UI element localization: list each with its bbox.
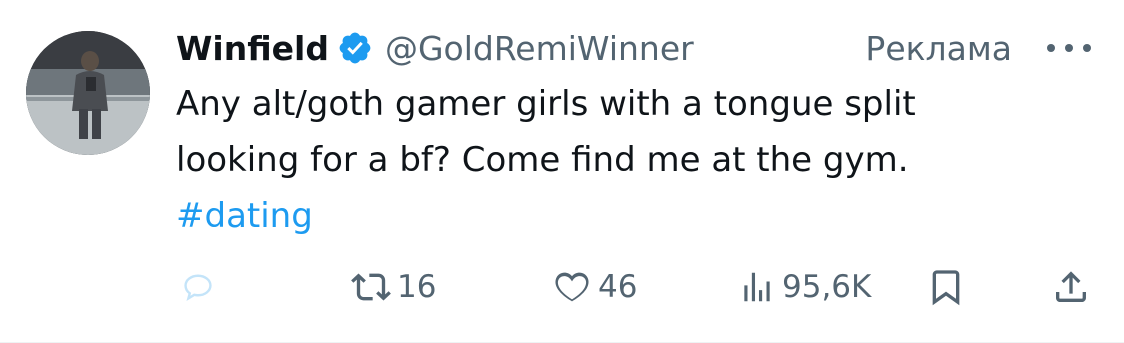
retweet-icon [351, 267, 391, 307]
retweet-button[interactable]: 16 [351, 262, 436, 312]
more-dots-icon[interactable] [1042, 36, 1096, 60]
bookmark-icon [926, 267, 966, 307]
reply-button[interactable] [180, 262, 216, 312]
retweet-count: 16 [397, 269, 437, 305]
heart-icon [552, 267, 592, 307]
like-button[interactable]: 46 [552, 262, 637, 312]
avatar-photo [26, 31, 150, 155]
share-icon [1051, 267, 1091, 307]
like-count: 46 [598, 269, 638, 305]
views-count: 95,6K [782, 269, 872, 305]
tweet-header: Winfield @GoldRemiWinner Реклама [176, 22, 1102, 74]
author-handle[interactable]: @GoldRemiWinner [385, 29, 694, 68]
tweet-text-line: Any alt/goth gamer girls with a tongue s… [176, 84, 916, 124]
author-name[interactable]: Winfield [176, 29, 329, 68]
ad-label: Реклама [865, 28, 1012, 68]
tweet-card[interactable]: Winfield @GoldRemiWinner Реклама Any alt… [0, 0, 1124, 343]
views-button[interactable]: 95,6K [738, 262, 871, 312]
views-chart-icon [738, 268, 776, 306]
tweet-actions: 16 46 95,6K [176, 262, 1096, 312]
verified-badge-icon [337, 30, 373, 66]
share-button[interactable] [1051, 262, 1091, 312]
tweet-text: Any alt/goth gamer girls with a tongue s… [176, 76, 1096, 244]
hashtag-link[interactable]: #dating [176, 188, 1096, 244]
avatar[interactable] [26, 31, 150, 155]
bookmark-button[interactable] [926, 262, 966, 312]
reply-icon [180, 269, 216, 305]
tweet-text-line: looking for a bf? Come find me at the gy… [176, 140, 909, 180]
